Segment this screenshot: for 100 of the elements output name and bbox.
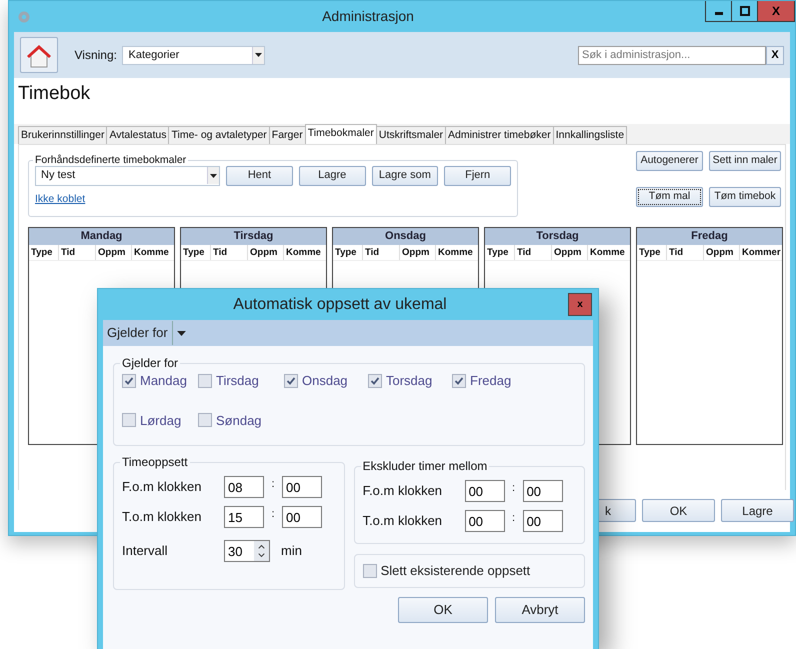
checkbox-label: Tirsdag [216, 372, 259, 390]
action-button[interactable]: Tøm mal [636, 187, 703, 207]
checkbox[interactable] [362, 564, 377, 578]
window-title: Automatisk oppsett av ukemal [232, 294, 448, 314]
hour-field[interactable]: 08 [224, 476, 264, 498]
hour-field[interactable]: 00 [464, 510, 505, 532]
hour-field[interactable]: 15 [224, 506, 264, 528]
checkbox[interactable] [452, 374, 466, 388]
column-header: Tid [363, 245, 400, 260]
check-icon [286, 376, 296, 386]
template-button[interactable]: Hent [226, 166, 293, 186]
column-header: Type [485, 245, 515, 260]
column-header: Tid [59, 245, 96, 260]
window-title: Administrasjon [321, 7, 415, 26]
tab[interactable]: Innkallingsliste [552, 126, 628, 144]
minute-field[interactable]: 00 [522, 510, 563, 532]
page-heading: Timebok [17, 82, 92, 106]
checkbox-label: Fredag [470, 372, 512, 390]
tab[interactable]: Timebokmaler [304, 124, 377, 144]
column-header: Komme [285, 246, 322, 260]
maximize-icon [740, 6, 750, 16]
dialog-button[interactable]: Lagre [721, 499, 794, 522]
action-button[interactable]: Autogenerer [636, 151, 703, 171]
column-header: Komme [437, 246, 474, 260]
checkbox-label: Mandag [140, 372, 187, 390]
action-button[interactable]: Tøm timebok [709, 187, 781, 207]
caret-icon [255, 53, 262, 57]
column-header: Tid [211, 245, 248, 260]
column-header: Tid [515, 245, 552, 260]
check-icon [370, 376, 380, 386]
dialog-button[interactable]: OK [398, 597, 488, 623]
gear-icon [17, 10, 31, 24]
action-button[interactable]: Sett inn maler [709, 151, 781, 171]
column-header: Komme [589, 246, 626, 260]
check-icon [124, 376, 134, 386]
dropdown-caret-icon[interactable] [176, 330, 186, 336]
column-header: Oppm [552, 245, 588, 260]
field-label: Intervall [122, 542, 169, 560]
column-header: Type [181, 245, 211, 260]
home-button[interactable] [20, 37, 58, 73]
checkbox-label: Lørdag [140, 412, 182, 430]
column-header: Oppm [248, 245, 284, 260]
column-header: Kommer [741, 246, 782, 260]
checkbox[interactable] [198, 413, 212, 428]
field-label: F.o.m klokken [122, 478, 202, 496]
unit-label: min [281, 542, 302, 560]
time-separator: : [511, 481, 516, 496]
template-button[interactable]: Lagre som [372, 166, 438, 186]
template-button[interactable]: Lagre [298, 166, 366, 186]
time-separator: : [270, 507, 276, 522]
search-clear-button[interactable]: X [766, 46, 784, 64]
group-title: Forhåndsdefinerte timebokmaler [34, 155, 188, 166]
column-header: Type [333, 245, 363, 260]
column-header: Oppm [96, 245, 132, 260]
group-title: Timeoppsett [121, 456, 189, 468]
maximize-button[interactable] [732, 1, 758, 21]
field-label: F.o.m klokken [362, 482, 444, 500]
view-label: Visning: [74, 47, 117, 64]
minimize-button[interactable] [706, 1, 732, 21]
tab[interactable]: Brukerinnstillinger [18, 126, 108, 144]
menu-button[interactable]: Gjelder for [103, 321, 173, 345]
group-title: Gjelder for [121, 357, 180, 369]
dialog-button[interactable]: OK [642, 499, 715, 522]
close-button[interactable]: x [569, 294, 591, 315]
view-dropdown[interactable]: Kategorier [122, 46, 266, 64]
minute-field[interactable]: 00 [282, 476, 322, 498]
checkbox[interactable] [122, 374, 136, 388]
checkbox[interactable] [368, 374, 382, 388]
column-header: Type [637, 245, 667, 260]
template-button[interactable]: Fjern [444, 166, 511, 186]
column-header: Oppm [704, 245, 740, 260]
day-header: Onsdag [333, 228, 478, 245]
day-header: Tirsdag [181, 228, 326, 245]
checkbox[interactable] [198, 374, 212, 388]
time-separator: : [511, 511, 516, 526]
checkbox-label: Slett eksisterende oppsett [380, 562, 530, 580]
check-icon [454, 376, 464, 386]
template-dropdown[interactable]: Ny test [35, 166, 220, 186]
time-separator: : [270, 477, 276, 492]
search-field[interactable]: Søk i administrasjon... [578, 46, 766, 64]
status-link[interactable]: Ikke koblet [35, 193, 86, 205]
day-header: Mandag [29, 228, 174, 245]
dialog-button[interactable]: Avbryt [495, 597, 585, 623]
column-header: Oppm [400, 245, 436, 260]
day-header: Torsdag [485, 228, 630, 245]
checkbox-label: Torsdag [386, 372, 432, 390]
close-button[interactable]: X [758, 1, 794, 21]
caret-icon [210, 174, 218, 178]
checkbox-label: Søndag [216, 412, 262, 430]
hour-field[interactable]: 00 [464, 480, 505, 502]
column-header: Komme [133, 246, 170, 260]
day-header: Fredag [637, 228, 782, 245]
checkbox[interactable] [284, 374, 298, 388]
minute-field[interactable]: 00 [282, 506, 322, 528]
group-title: Ekskluder timer mellom [362, 460, 488, 472]
column-header: Tid [667, 245, 704, 260]
checkbox[interactable] [122, 413, 136, 428]
field-label: T.o.m klokken [122, 508, 202, 526]
minute-field[interactable]: 00 [522, 480, 563, 502]
column-header: Type [29, 245, 59, 260]
